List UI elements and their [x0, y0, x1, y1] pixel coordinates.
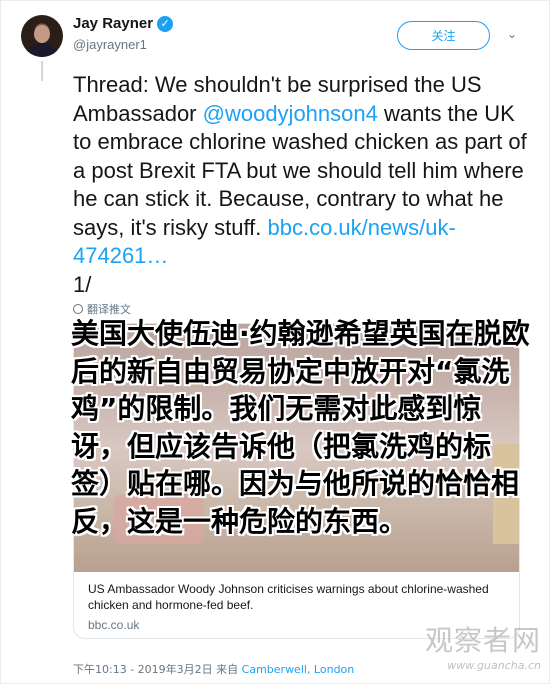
tweet-footer: 下午10:13 - 2019年3月2日 来自 Camberwell, Londo…	[73, 661, 354, 677]
user-name[interactable]: Jay Rayner	[73, 15, 153, 32]
verified-badge-icon: ✓	[157, 15, 174, 32]
timestamp[interactable]: 下午10:13 - 2019年3月2日	[73, 663, 213, 676]
thread-count: 1/	[73, 271, 92, 297]
chevron-down-icon[interactable]: ⌄	[507, 27, 517, 41]
user-handle[interactable]: @jayrayner1	[73, 37, 147, 52]
globe-icon	[73, 304, 83, 314]
tweet-text: Thread: We shouldn't be surprised the US…	[73, 71, 533, 299]
watermark-main: 观察者网	[424, 624, 541, 657]
watermark-sub: www.guancha.cn	[447, 659, 541, 672]
avatar[interactable]	[21, 15, 63, 57]
watermark-logo: 观察者网 www.guancha.cn	[381, 619, 541, 672]
mention-link[interactable]: @woodyjohnson4	[203, 101, 378, 126]
card-description: US Ambassador Woody Johnson criticises w…	[88, 582, 489, 612]
card-domain: bbc.co.uk	[88, 618, 140, 632]
user-name-row[interactable]: Jay Rayner ✓	[73, 15, 174, 32]
thread-line	[41, 61, 43, 81]
from-label: 来自	[216, 663, 239, 676]
tweet-container: Jay Rayner ✓ @jayrayner1 关注 ⌄ Thread: We…	[0, 0, 550, 684]
location-link[interactable]: Camberwell, London	[242, 663, 355, 676]
translation-overlay: 美国大使伍迪·约翰逊希望英国在脱欧后的新自由贸易协定中放开对“氯洗鸡”的限制。我…	[71, 317, 530, 538]
follow-button[interactable]: 关注	[397, 21, 490, 50]
